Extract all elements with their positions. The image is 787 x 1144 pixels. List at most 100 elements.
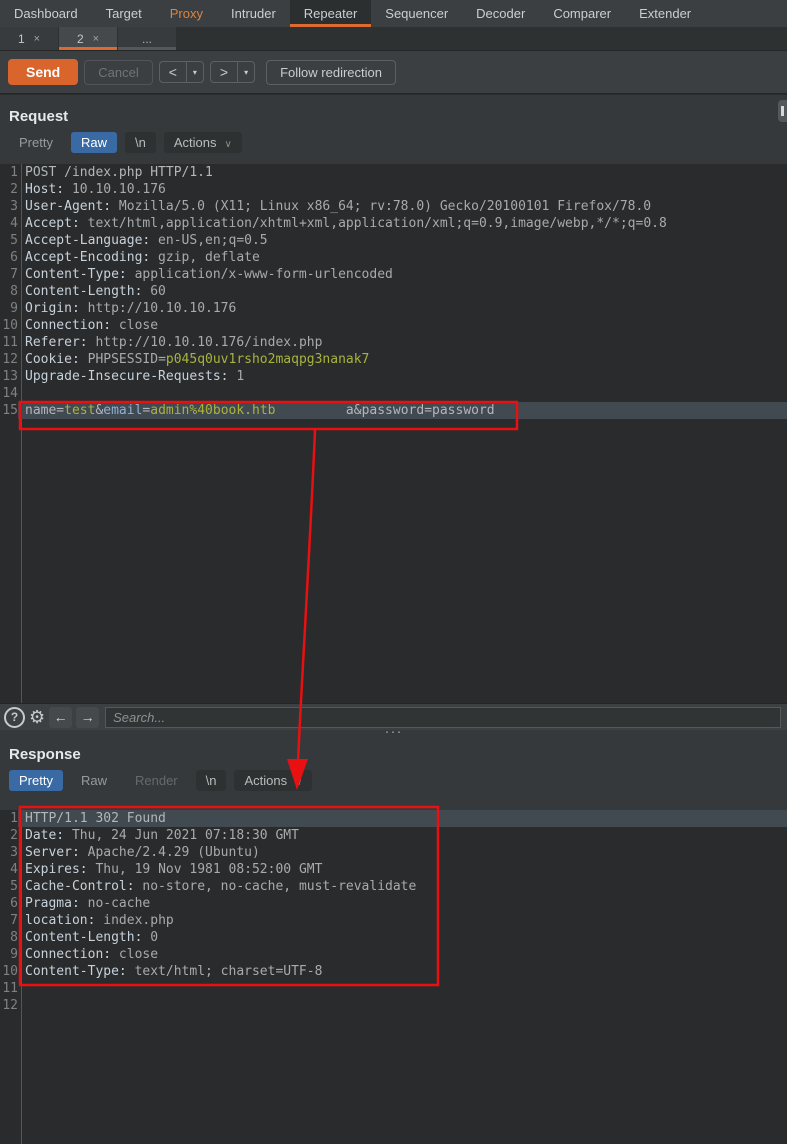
tab-response-pretty[interactable]: Pretty [9, 770, 63, 791]
tab-request-pretty[interactable]: Pretty [9, 132, 63, 153]
line-number: 4 [0, 215, 18, 232]
request-line: 11Referer: http://10.10.10.176/index.php [0, 334, 787, 351]
menu-item-repeater[interactable]: Repeater [290, 0, 371, 27]
session-tab-2[interactable]: 2× [59, 27, 117, 50]
response-line: 5Cache-Control: no-store, no-cache, must… [0, 878, 787, 895]
session-tab-[interactable]: ... [118, 27, 176, 50]
gear-icon[interactable]: ⚙ [29, 708, 45, 726]
chevron-down-icon: ∨ [224, 139, 231, 150]
session-tab-label: 2 [77, 32, 84, 46]
line-content: name=test&email=admin%40book.htb a&passw… [18, 402, 787, 419]
response-line: 9Connection: close [0, 946, 787, 963]
response-line: 1HTTP/1.1 302 Found [0, 810, 787, 827]
inspector-collapsed-handle[interactable] [778, 100, 787, 122]
line-content [18, 980, 787, 997]
repeater-toolbar: Send Cancel < ▾ > ▾ Follow redirection [0, 51, 787, 94]
request-line: 14 [0, 385, 787, 402]
menu-item-proxy[interactable]: Proxy [156, 0, 217, 27]
history-forward-split-button[interactable]: > ▾ [210, 61, 255, 83]
line-content: POST /index.php HTTP/1.1 [18, 164, 787, 181]
line-number: 11 [0, 980, 18, 997]
menu-item-dashboard[interactable]: Dashboard [0, 0, 92, 27]
line-content: Referer: http://10.10.10.176/index.php [18, 334, 787, 351]
line-content: HTTP/1.1 302 Found [18, 810, 787, 827]
line-content: Connection: close [18, 946, 787, 963]
menu-item-intruder[interactable]: Intruder [217, 0, 290, 27]
search-prev-button[interactable]: ← [49, 707, 72, 728]
request-line: 13Upgrade-Insecure-Requests: 1 [0, 368, 787, 385]
search-next-button[interactable]: → [76, 707, 99, 728]
history-back-split-button[interactable]: < ▾ [159, 61, 204, 83]
panel-splitter-handle[interactable]: ··· [0, 727, 787, 737]
response-line: 3Server: Apache/2.4.29 (Ubuntu) [0, 844, 787, 861]
request-line: 12Cookie: PHPSESSID=p045q0uv1rsho2maqpg3… [0, 351, 787, 368]
request-line: 5Accept-Language: en-US,en;q=0.5 [0, 232, 787, 249]
response-editor[interactable]: 1HTTP/1.1 302 Found2Date: Thu, 24 Jun 20… [0, 810, 787, 1144]
line-content: Date: Thu, 24 Jun 2021 07:18:30 GMT [18, 827, 787, 844]
request-actions-button[interactable]: Actions∨ [164, 132, 242, 153]
tab-request-raw[interactable]: Raw [71, 132, 117, 153]
response-actions-button[interactable]: Actions∨ [234, 770, 312, 791]
line-number: 1 [0, 164, 18, 181]
toggle-newline-button[interactable]: \n [196, 770, 227, 791]
response-line: 8Content-Length: 0 [0, 929, 787, 946]
close-icon[interactable]: × [93, 33, 99, 45]
line-content: Cache-Control: no-store, no-cache, must-… [18, 878, 787, 895]
send-button[interactable]: Send [8, 59, 78, 85]
menu-item-sequencer[interactable]: Sequencer [371, 0, 462, 27]
request-view-tabs: Pretty Raw \n Actions∨ [0, 125, 787, 153]
line-content: User-Agent: Mozilla/5.0 (X11; Linux x86_… [18, 198, 787, 215]
session-tab-label: 1 [18, 32, 25, 46]
line-number: 2 [0, 181, 18, 198]
line-content: Accept: text/html,application/xhtml+xml,… [18, 215, 787, 232]
help-icon[interactable]: ? [4, 707, 25, 728]
line-content: location: index.php [18, 912, 787, 929]
arrow-right-icon: → [81, 709, 95, 725]
request-editor[interactable]: 1POST /index.php HTTP/1.12Host: 10.10.10… [0, 164, 787, 703]
line-content: Expires: Thu, 19 Nov 1981 08:52:00 GMT [18, 861, 787, 878]
cancel-button[interactable]: Cancel [84, 60, 152, 85]
request-line: 4Accept: text/html,application/xhtml+xml… [0, 215, 787, 232]
line-content: Server: Apache/2.4.29 (Ubuntu) [18, 844, 787, 861]
request-line: 3User-Agent: Mozilla/5.0 (X11; Linux x86… [0, 198, 787, 215]
history-forward-dropdown-icon[interactable]: ▾ [237, 62, 254, 82]
request-line: 1POST /index.php HTTP/1.1 [0, 164, 787, 181]
line-number: 10 [0, 317, 18, 334]
close-icon[interactable]: × [34, 33, 40, 45]
line-content: Cookie: PHPSESSID=p045q0uv1rsho2maqpg3na… [18, 351, 787, 368]
request-line: 10Connection: close [0, 317, 787, 334]
tab-response-render[interactable]: Render [125, 770, 188, 791]
line-content [18, 385, 787, 402]
line-content [18, 997, 787, 1014]
history-back-icon[interactable]: < [160, 62, 186, 82]
line-number: 11 [0, 334, 18, 351]
repeater-session-tabs: 1×2×... [0, 27, 787, 51]
line-number: 14 [0, 385, 18, 402]
follow-redirection-button[interactable]: Follow redirection [266, 60, 396, 85]
line-content: Content-Length: 60 [18, 283, 787, 300]
line-content: Accept-Encoding: gzip, deflate [18, 249, 787, 266]
arrow-left-icon: ← [54, 709, 68, 725]
line-number: 6 [0, 895, 18, 912]
search-input[interactable] [105, 707, 781, 728]
toggle-newline-button[interactable]: \n [125, 132, 156, 153]
response-line: 11 [0, 980, 787, 997]
line-number: 12 [0, 351, 18, 368]
menu-item-target[interactable]: Target [92, 0, 156, 27]
response-line: 12 [0, 997, 787, 1014]
response-line: 4Expires: Thu, 19 Nov 1981 08:52:00 GMT [0, 861, 787, 878]
request-line: 6Accept-Encoding: gzip, deflate [0, 249, 787, 266]
menu-item-comparer[interactable]: Comparer [539, 0, 625, 27]
history-back-dropdown-icon[interactable]: ▾ [186, 62, 203, 82]
request-title: Request [0, 95, 787, 125]
tab-response-raw[interactable]: Raw [71, 770, 117, 791]
menu-item-extender[interactable]: Extender [625, 0, 705, 27]
session-tab-1[interactable]: 1× [0, 27, 58, 50]
history-forward-icon[interactable]: > [211, 62, 237, 82]
menu-item-decoder[interactable]: Decoder [462, 0, 539, 27]
line-number: 8 [0, 929, 18, 946]
response-line: 7location: index.php [0, 912, 787, 929]
line-content: Pragma: no-cache [18, 895, 787, 912]
line-number: 10 [0, 963, 18, 980]
line-content: Origin: http://10.10.10.176 [18, 300, 787, 317]
